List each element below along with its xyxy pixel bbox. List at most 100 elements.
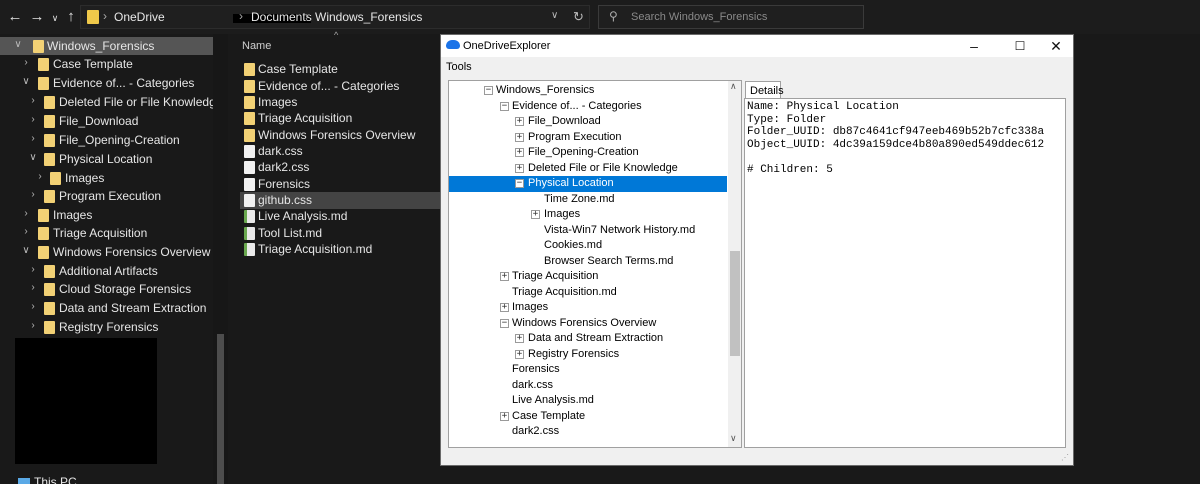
expand-icon[interactable]: + — [515, 164, 524, 173]
tree-node[interactable]: + Data and Stream Extraction — [449, 331, 727, 347]
expand-icon[interactable]: + — [500, 272, 509, 281]
tree-node[interactable]: − Evidence of... - Categories — [449, 99, 727, 115]
tree-node[interactable]: + File_Opening-Creation — [449, 145, 727, 161]
collapse-icon[interactable]: − — [500, 319, 509, 328]
tree-node[interactable]: + Program Execution — [449, 130, 727, 146]
breadcrumb-onedrive[interactable]: OneDrive — [114, 10, 165, 24]
forward-arrow-icon[interactable]: → — [28, 8, 46, 26]
tree-node[interactable]: Browser Search Terms.md — [449, 254, 727, 270]
file-row[interactable]: Tool List.md — [240, 225, 440, 242]
chevron-right-icon[interactable]: › — [28, 133, 38, 144]
chevron-right-icon[interactable]: › — [21, 57, 31, 68]
file-row[interactable]: Forensics — [240, 176, 440, 193]
chevron-down-icon[interactable]: ∨ — [28, 152, 38, 163]
collapse-icon[interactable]: − — [500, 102, 509, 111]
scrollbar-thumb[interactable] — [217, 334, 224, 484]
nav-item-program-execution[interactable]: › Program Execution — [0, 187, 213, 205]
minimize-icon[interactable]: – — [959, 36, 989, 56]
nav-item-images[interactable]: › Images — [0, 169, 213, 187]
chevron-right-icon[interactable]: › — [35, 171, 45, 182]
scroll-down-icon[interactable]: ∨ — [730, 433, 737, 444]
tree-node[interactable]: + Registry Forensics — [449, 347, 727, 363]
tree-node[interactable]: Forensics — [449, 362, 727, 378]
address-dropdown-icon[interactable]: ∨ — [551, 10, 558, 21]
chevron-right-icon[interactable]: › — [28, 282, 38, 293]
chevron-right-icon[interactable]: › — [21, 208, 31, 219]
close-icon[interactable]: ✕ — [1041, 36, 1071, 56]
expand-icon[interactable]: + — [515, 117, 524, 126]
nav-item-file-download[interactable]: › File_Download — [0, 112, 213, 130]
tab-details[interactable]: Details — [745, 81, 784, 99]
tree-node[interactable]: dark.css — [449, 378, 727, 394]
expand-icon[interactable]: + — [515, 334, 524, 343]
chevron-down-icon[interactable]: ∨ — [21, 245, 31, 256]
resize-grip-icon[interactable]: ⋰ — [1061, 453, 1069, 462]
nav-item-case-template[interactable]: › Case Template — [0, 55, 213, 73]
refresh-icon[interactable]: ↻ — [573, 9, 584, 25]
scrollbar-thumb[interactable] — [730, 251, 740, 356]
file-row[interactable]: Triage Acquisition — [240, 110, 440, 127]
tree-node[interactable]: − Physical Location — [449, 176, 727, 192]
scroll-up-icon[interactable]: ∧ — [730, 81, 737, 92]
breadcrumb-windows-forensics[interactable]: Windows_Forensics — [315, 10, 422, 24]
tree-node[interactable]: − Windows_Forensics — [449, 83, 727, 99]
nav-item-deleted-file[interactable]: › Deleted File or File Knowledge — [0, 93, 222, 111]
address-bar[interactable]: › OneDrive › Documents › Windows_Forensi… — [80, 5, 590, 29]
tree-node[interactable]: dark2.css — [449, 424, 727, 440]
chevron-down-icon[interactable]: ∨ — [13, 39, 23, 50]
nav-item-additional-artifacts[interactable]: › Additional Artifacts — [0, 262, 213, 280]
title-bar[interactable]: OneDriveExplorer – ☐ ✕ — [441, 35, 1073, 57]
tree-node[interactable]: Live Analysis.md — [449, 393, 727, 409]
tree-node[interactable]: Time Zone.md — [449, 192, 727, 208]
collapse-icon[interactable]: − — [484, 86, 493, 95]
nav-scrollbar[interactable] — [213, 34, 228, 484]
chevron-right-icon[interactable]: › — [21, 226, 31, 237]
nav-item-triage-acquisition[interactable]: › Triage Acquisition — [0, 224, 213, 242]
breadcrumb-documents[interactable]: Documents — [251, 10, 312, 24]
file-row[interactable]: dark2.css — [240, 159, 440, 176]
search-box[interactable]: ⚲ Search Windows_Forensics — [598, 5, 864, 29]
tree-scrollbar[interactable]: ∧ ∨ — [728, 81, 741, 447]
nav-item-evidence-categories[interactable]: ∨ Evidence of... - Categories — [0, 74, 213, 92]
nav-item-cloud-storage[interactable]: › Cloud Storage Forensics — [0, 280, 213, 298]
tree-node[interactable]: Triage Acquisition.md — [449, 285, 727, 301]
file-row[interactable]: Windows Forensics Overview — [240, 127, 440, 144]
up-arrow-icon[interactable]: ↑ — [62, 8, 80, 26]
file-row[interactable]: Live Analysis.md — [240, 208, 440, 225]
maximize-icon[interactable]: ☐ — [1005, 36, 1035, 56]
nav-item-registry-forensics[interactable]: › Registry Forensics — [0, 318, 213, 336]
file-row[interactable]: Case Template — [240, 61, 440, 78]
chevron-right-icon[interactable]: › — [28, 114, 38, 125]
file-row[interactable]: dark.css — [240, 143, 440, 160]
tree-node[interactable]: + Triage Acquisition — [449, 269, 727, 285]
file-row[interactable]: Triage Acquisition.md — [240, 241, 440, 258]
expand-icon[interactable]: + — [531, 210, 540, 219]
nav-item-images[interactable]: › Images — [0, 206, 213, 224]
chevron-right-icon[interactable]: › — [28, 320, 38, 331]
chevron-right-icon[interactable]: › — [28, 301, 38, 312]
chevron-right-icon[interactable]: › — [28, 264, 38, 275]
nav-item-windows-forensics[interactable]: ∨ Windows_Forensics — [0, 37, 213, 55]
chevron-right-icon[interactable]: › — [28, 189, 38, 200]
file-row[interactable]: Images — [240, 94, 440, 111]
name-column-header[interactable]: Name — [242, 40, 271, 52]
collapse-icon[interactable]: − — [515, 179, 524, 188]
tree-node[interactable]: Vista-Win7 Network History.md — [449, 223, 727, 239]
expand-icon[interactable]: + — [515, 133, 524, 142]
back-arrow-icon[interactable]: ← — [6, 8, 24, 26]
expand-icon[interactable]: + — [515, 350, 524, 359]
chevron-right-icon[interactable]: › — [28, 95, 38, 106]
tree-node[interactable]: + Images — [449, 207, 727, 223]
tree-node[interactable]: + Images — [449, 300, 727, 316]
file-row[interactable]: github.css — [240, 192, 440, 209]
nav-item-data-stream[interactable]: › Data and Stream Extraction — [0, 299, 213, 317]
chevron-down-icon[interactable]: ∨ — [21, 76, 31, 87]
expand-icon[interactable]: + — [515, 148, 524, 157]
tree-node[interactable]: − Windows Forensics Overview — [449, 316, 727, 332]
menu-tools[interactable]: Tools — [446, 61, 472, 73]
tree-node[interactable]: + File_Download — [449, 114, 727, 130]
nav-item-file-opening[interactable]: › File_Opening-Creation — [0, 131, 213, 149]
tree-node[interactable]: + Deleted File or File Knowledge — [449, 161, 727, 177]
tree-node[interactable]: Cookies.md — [449, 238, 727, 254]
tree-node[interactable]: + Case Template — [449, 409, 727, 425]
